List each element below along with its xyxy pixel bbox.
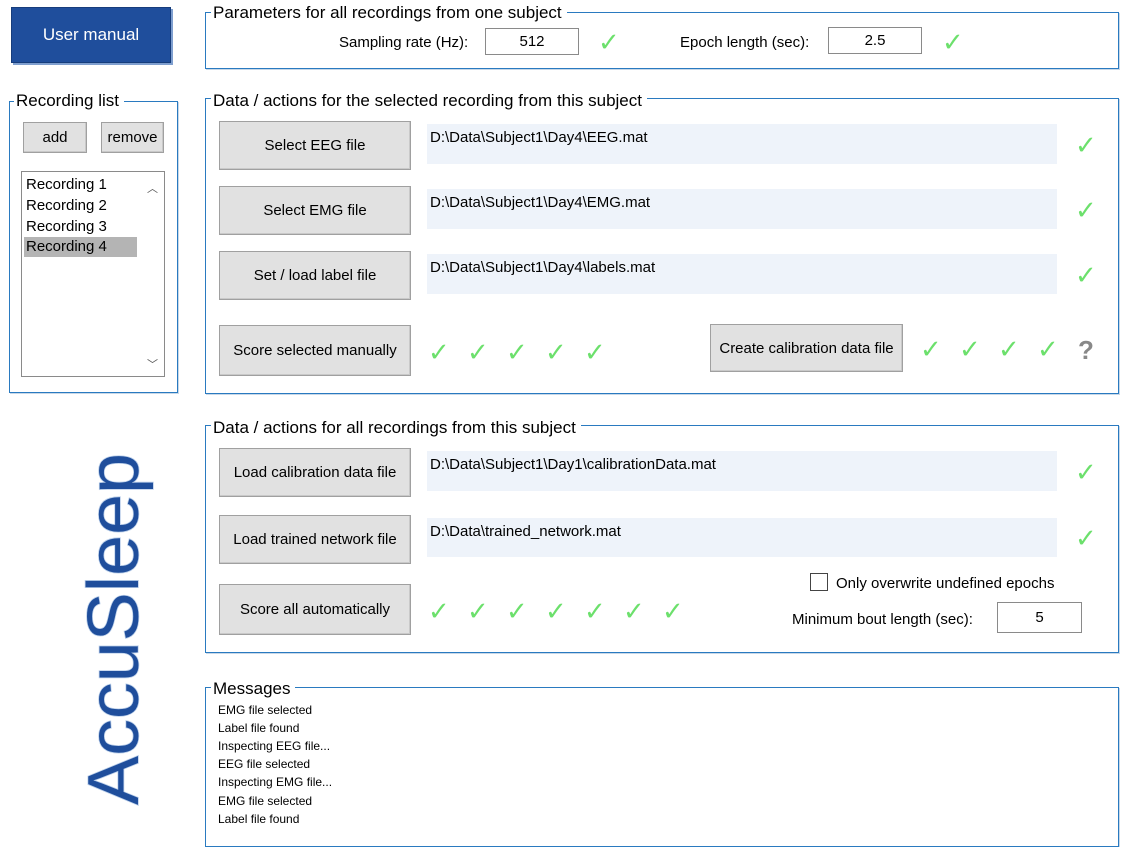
messages-panel [205, 687, 1119, 847]
list-item-recording-1[interactable]: Recording 1 [24, 175, 137, 195]
score-all-button[interactable]: Score all automatically [219, 584, 411, 635]
selected-recording-title: Data / actions for the selected recordin… [211, 92, 647, 110]
manual-check-icon-5: ✓ [584, 338, 606, 368]
message-line: EEG file selected [218, 757, 311, 771]
load-calibration-button[interactable]: Load calibration data file [219, 448, 411, 497]
emg-check-icon: ✓ [1075, 196, 1097, 226]
auto-check-icon-7: ✓ [662, 597, 684, 627]
recording-list-title: Recording list [14, 92, 124, 110]
parameters-title: Parameters for all recordings from one s… [211, 4, 567, 22]
auto-check-icon-1: ✓ [428, 597, 450, 627]
list-item-recording-2[interactable]: Recording 2 [24, 196, 137, 216]
message-line: Inspecting EEG file... [218, 739, 331, 753]
overwrite-label: Only overwrite undefined epochs [836, 575, 1055, 592]
calib-check-icon-1: ✓ [920, 335, 942, 365]
message-line: Inspecting EMG file... [218, 775, 333, 789]
auto-check-icon-5: ✓ [584, 597, 606, 627]
manual-check-icon-1: ✓ [428, 338, 450, 368]
accusleep-logo: AccuSleep [73, 452, 155, 806]
eeg-check-icon: ✓ [1075, 131, 1097, 161]
message-line: Label file found [218, 721, 300, 735]
user-manual-button[interactable]: User manual [11, 7, 171, 63]
messages-title: Messages [211, 680, 296, 698]
list-item-recording-4[interactable]: Recording 4 [24, 237, 137, 257]
min-bout-label: Minimum bout length (sec): [792, 611, 973, 628]
select-eeg-button[interactable]: Select EEG file [219, 121, 411, 170]
calibration-path-field: D:\Data\Subject1\Day1\calibrationData.ma… [427, 451, 1057, 491]
eeg-path-field: D:\Data\Subject1\Day4\EEG.mat [427, 124, 1057, 164]
message-line: EMG file selected [218, 703, 313, 717]
label-path-field: D:\Data\Subject1\Day4\labels.mat [427, 254, 1057, 294]
list-item-recording-3[interactable]: Recording 3 [24, 217, 137, 237]
message-line: Label file found [218, 812, 300, 826]
manual-check-icon-2: ✓ [467, 338, 489, 368]
question-mark-icon: ? [1078, 335, 1094, 365]
epoch-length-check-icon: ✓ [942, 28, 964, 58]
epoch-length-label: Epoch length (sec): [680, 34, 810, 51]
calib-check-icon-4: ✓ [1037, 335, 1059, 365]
emg-path-field: D:\Data\Subject1\Day4\EMG.mat [427, 189, 1057, 229]
network-path-field: D:\Data\trained_network.mat [427, 518, 1057, 557]
remove-recording-button[interactable]: remove [101, 122, 164, 153]
scroll-down-icon[interactable]: ﹀ [147, 356, 158, 372]
manual-check-icon-4: ✓ [545, 338, 567, 368]
logo-text: AccuSleep [74, 453, 154, 805]
calibration-check-icon: ✓ [1075, 458, 1097, 488]
all-recordings-title: Data / actions for all recordings from t… [211, 419, 581, 437]
auto-check-icon-4: ✓ [545, 597, 567, 627]
recording-listbox[interactable]: Recording 1 Recording 2 Recording 3 Reco… [21, 171, 165, 377]
sampling-rate-label: Sampling rate (Hz): [339, 34, 469, 51]
add-recording-button[interactable]: add [23, 122, 87, 153]
auto-check-icon-2: ✓ [467, 597, 489, 627]
sampling-rate-check-icon: ✓ [598, 28, 620, 58]
load-network-button[interactable]: Load trained network file [219, 515, 411, 564]
min-bout-input[interactable]: 5 [997, 602, 1082, 633]
network-check-icon: ✓ [1075, 524, 1097, 554]
calib-check-icon-3: ✓ [998, 335, 1020, 365]
sampling-rate-input[interactable]: 512 [485, 28, 579, 55]
overwrite-checkbox[interactable] [810, 573, 828, 591]
create-calibration-button[interactable]: Create calibration data file [710, 324, 903, 372]
score-manually-button[interactable]: Score selected manually [219, 325, 411, 376]
manual-check-icon-3: ✓ [506, 338, 528, 368]
epoch-length-input[interactable]: 2.5 [828, 27, 922, 54]
label-check-icon: ✓ [1075, 261, 1097, 291]
scroll-up-icon[interactable]: ︿ [147, 180, 158, 196]
auto-check-icon-6: ✓ [623, 597, 645, 627]
message-line: EMG file selected [218, 794, 313, 808]
calib-check-icon-2: ✓ [959, 335, 981, 365]
auto-check-icon-3: ✓ [506, 597, 528, 627]
select-emg-button[interactable]: Select EMG file [219, 186, 411, 235]
set-label-file-button[interactable]: Set / load label file [219, 251, 411, 300]
